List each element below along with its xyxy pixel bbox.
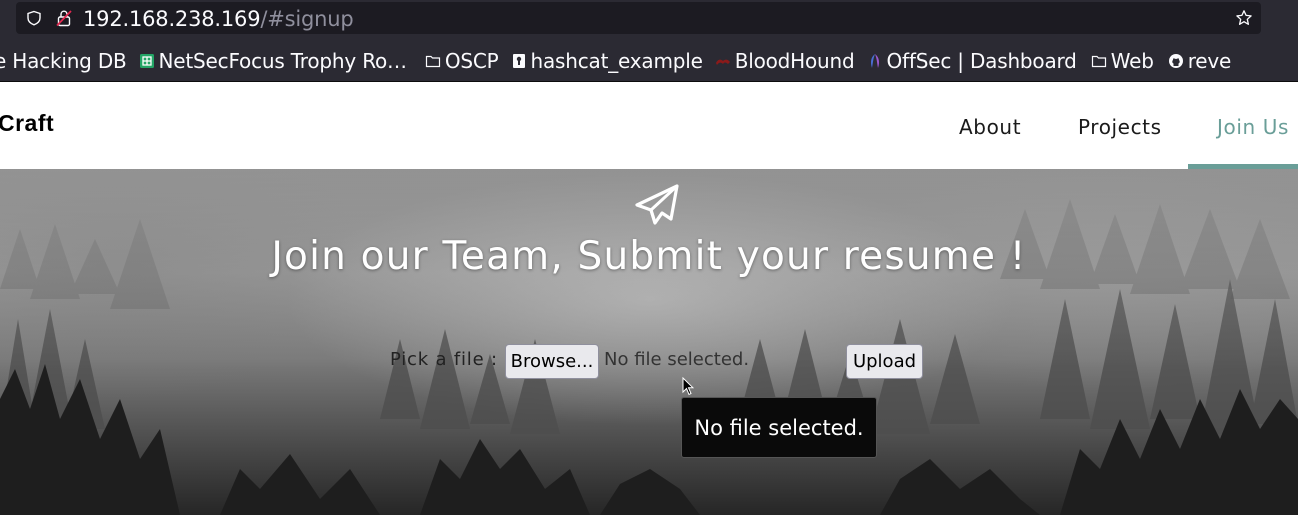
bookmark-hacking-db[interactable]: e Hacking DB [0,42,127,80]
insecure-lock-icon[interactable] [56,9,72,27]
bookmark-reverse[interactable]: reve [1168,42,1231,80]
bookmark-label: OSCP [444,49,499,73]
file-picker-label: Pick a file : [390,349,498,370]
nav-link-projects[interactable]: Projects [1078,115,1162,139]
upload-button[interactable]: Upload [846,344,923,379]
bookmark-label: NetSecFocus Trophy Ro… [158,49,407,73]
bookmark-label: Web [1110,49,1154,73]
paper-plane-icon [635,184,679,225]
site-navbar: Craft About Projects Join Us [0,82,1298,169]
nav-link-join-us[interactable]: Join Us [1217,115,1289,139]
folder-icon [425,55,440,68]
file-input-tooltip: No file selected. [681,397,877,458]
nav-link-about[interactable]: About [959,115,1021,139]
bookmark-label: BloodHound [734,49,855,73]
address-bar[interactable]: 192.168.238.169/#signup [16,2,1261,34]
bookmark-hashcat[interactable]: hashcat_example [511,42,703,80]
bookmark-label: OffSec | Dashboard [886,49,1077,73]
github-icon [1168,54,1183,68]
mouse-pointer-icon [682,377,694,396]
site-brand[interactable]: Craft [0,110,54,137]
bookmarks-toolbar: e Hacking DB NetSecFocus Trophy Ro… OSCP [0,42,1298,80]
keyhole-icon [512,54,525,68]
bookmark-label: e Hacking DB [0,49,127,73]
folder-icon [1091,55,1106,68]
bookmark-netsecfocus[interactable]: NetSecFocus Trophy Ro… [139,42,407,80]
signup-hero: Join our Team, Submit your resume ! Pick… [0,169,1298,515]
signup-heading: Join our Team, Submit your resume ! [271,234,1027,279]
offsec-icon [870,54,879,68]
tracking-shield-icon[interactable] [26,10,42,26]
url-text[interactable]: 192.168.238.169/#signup [83,6,354,32]
bookmark-label: hashcat_example [530,49,703,73]
browser-chrome: 192.168.238.169/#signup e Hacking DB Net… [0,0,1298,82]
bookmark-folder-oscp[interactable]: OSCP [425,42,499,80]
bookmark-bloodhound[interactable]: BloodHound [715,42,855,80]
bloodhound-icon [715,59,730,65]
spreadsheet-icon [139,54,154,68]
bookmark-offsec-dashboard[interactable]: OffSec | Dashboard [867,42,1077,80]
bookmark-folder-web[interactable]: Web [1091,42,1154,80]
selected-file-status: No file selected. [604,349,750,370]
bookmark-star-icon[interactable] [1235,9,1253,27]
browse-button[interactable]: Browse... [505,344,599,379]
bookmark-label: reve [1187,49,1232,73]
